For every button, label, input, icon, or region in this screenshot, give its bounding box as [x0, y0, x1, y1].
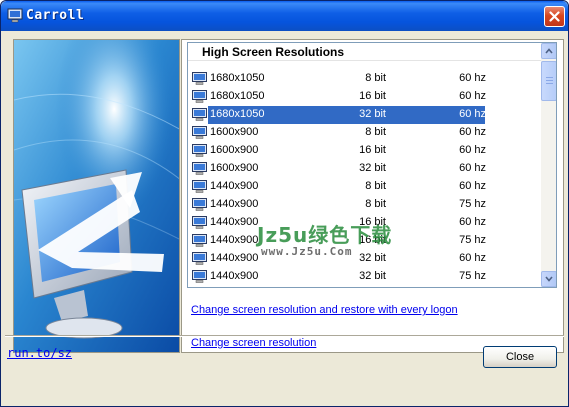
refresh-rate-cell: 60 hz — [459, 216, 486, 228]
bit-depth-cell: 16 bit — [359, 234, 386, 246]
resolution-cell: 1440x900 — [210, 216, 259, 228]
bit-depth-cell: 32 bit — [359, 162, 386, 174]
app-window: Carroll High Screen Resolutions 1680x105… — [0, 0, 569, 407]
website-link[interactable]: run.to/sz — [7, 346, 72, 360]
resolution-rows: 1680x1050 8 bit 60 hz 1680x1050 16 bit 60 hz 1… — [188, 70, 541, 286]
monitor-icon — [192, 108, 207, 121]
list-item[interactable]: 1440x900 16 bit 60 hz — [188, 214, 541, 232]
resolution-cell: 1600x900 — [210, 144, 259, 156]
thumb-grip — [546, 77, 553, 78]
monitor-icon — [192, 252, 207, 265]
close-icon — [549, 11, 560, 22]
list-item[interactable]: 1440x900 8 bit 60 hz — [188, 178, 541, 196]
scroll-thumb[interactable] — [541, 61, 556, 101]
bit-depth-cell: 8 bit — [365, 198, 386, 210]
list-item[interactable]: 1440x900 32 bit 60 hz — [188, 250, 541, 268]
monitor-icon — [192, 180, 207, 193]
list-header: High Screen Resolutions — [188, 43, 541, 61]
refresh-rate-cell: 60 hz — [459, 90, 486, 102]
bit-depth-cell: 16 bit — [359, 90, 386, 102]
refresh-rate-cell: 60 hz — [459, 108, 486, 120]
bit-depth-cell: 32 bit — [359, 108, 386, 120]
chevron-up-icon — [545, 48, 553, 54]
list-item[interactable]: 1600x900 16 bit 60 hz — [188, 142, 541, 160]
monitor-icon — [192, 216, 207, 229]
refresh-rate-cell: 60 hz — [459, 144, 486, 156]
monitor-icon — [192, 270, 207, 283]
refresh-rate-cell: 60 hz — [459, 126, 486, 138]
monitor-icon — [7, 8, 23, 23]
chevron-down-icon — [545, 276, 553, 282]
scroll-down-button[interactable] — [541, 271, 556, 287]
list-item[interactable]: 1440x900 32 bit 75 hz — [188, 268, 541, 286]
change-restore-link[interactable]: Change screen resolution and restore wit… — [191, 304, 458, 316]
list-item[interactable]: 1680x1050 32 bit 60 hz — [188, 106, 541, 124]
resolution-cell: 1440x900 — [210, 234, 259, 246]
thumb-grip — [546, 80, 553, 81]
resolution-cell: 1600x900 — [210, 126, 259, 138]
close-window-button[interactable] — [544, 6, 565, 27]
monitor-icon — [192, 126, 207, 139]
resolution-cell: 1600x900 — [210, 162, 259, 174]
scroll-up-button[interactable] — [541, 43, 556, 59]
monitor-icon — [192, 90, 207, 103]
list-item[interactable]: 1600x900 32 bit 60 hz — [188, 160, 541, 178]
banner-image — [13, 39, 180, 353]
title-bar[interactable]: Carroll — [1, 1, 568, 31]
bit-depth-cell: 16 bit — [359, 216, 386, 228]
bit-depth-cell: 16 bit — [359, 144, 386, 156]
monitor-icon — [192, 234, 207, 247]
monitor-icon — [192, 162, 207, 175]
bit-depth-cell: 8 bit — [365, 180, 386, 192]
resolution-cell: 1680x1050 — [210, 72, 265, 84]
list-item[interactable]: 1440x900 16 bit 75 hz — [188, 232, 541, 250]
refresh-rate-cell: 60 hz — [459, 180, 486, 192]
resolution-cell: 1440x900 — [210, 252, 259, 264]
resolution-cell: 1680x1050 — [210, 108, 265, 120]
resolution-cell: 1440x900 — [210, 198, 259, 210]
refresh-rate-cell: 60 hz — [459, 162, 486, 174]
list-item[interactable]: 1680x1050 16 bit 60 hz — [188, 88, 541, 106]
dialog-body: High Screen Resolutions 1680x1050 8 bit 60… — [5, 31, 564, 404]
monitor-icon — [192, 198, 207, 211]
monitor-icon — [192, 144, 207, 157]
list-item[interactable]: 1600x900 8 bit 60 hz — [188, 124, 541, 142]
resolution-list[interactable]: High Screen Resolutions 1680x1050 8 bit 60… — [187, 42, 557, 288]
change-resolution-link[interactable]: Change screen resolution — [191, 337, 316, 349]
refresh-rate-cell: 60 hz — [459, 72, 486, 84]
vertical-scrollbar[interactable] — [541, 43, 556, 287]
bit-depth-cell: 8 bit — [365, 72, 386, 84]
footer-divider — [5, 335, 564, 337]
refresh-rate-cell: 75 hz — [459, 198, 486, 210]
bit-depth-cell: 32 bit — [359, 270, 386, 282]
monitor-illustration — [14, 40, 179, 352]
content-panel: High Screen Resolutions 1680x1050 8 bit 60… — [181, 39, 564, 353]
thumb-grip — [546, 83, 553, 84]
refresh-rate-cell: 75 hz — [459, 270, 486, 282]
bit-depth-cell: 32 bit — [359, 252, 386, 264]
monitor-icon — [192, 72, 207, 85]
close-button[interactable]: Close — [483, 346, 557, 368]
resolution-cell: 1440x900 — [210, 270, 259, 282]
resolution-cell: 1680x1050 — [210, 90, 265, 102]
resolution-cell: 1440x900 — [210, 180, 259, 192]
window-title: Carroll — [26, 8, 85, 23]
list-item[interactable]: 1680x1050 8 bit 60 hz — [188, 70, 541, 88]
refresh-rate-cell: 60 hz — [459, 252, 486, 264]
bit-depth-cell: 8 bit — [365, 126, 386, 138]
list-item[interactable]: 1440x900 8 bit 75 hz — [188, 196, 541, 214]
refresh-rate-cell: 75 hz — [459, 234, 486, 246]
